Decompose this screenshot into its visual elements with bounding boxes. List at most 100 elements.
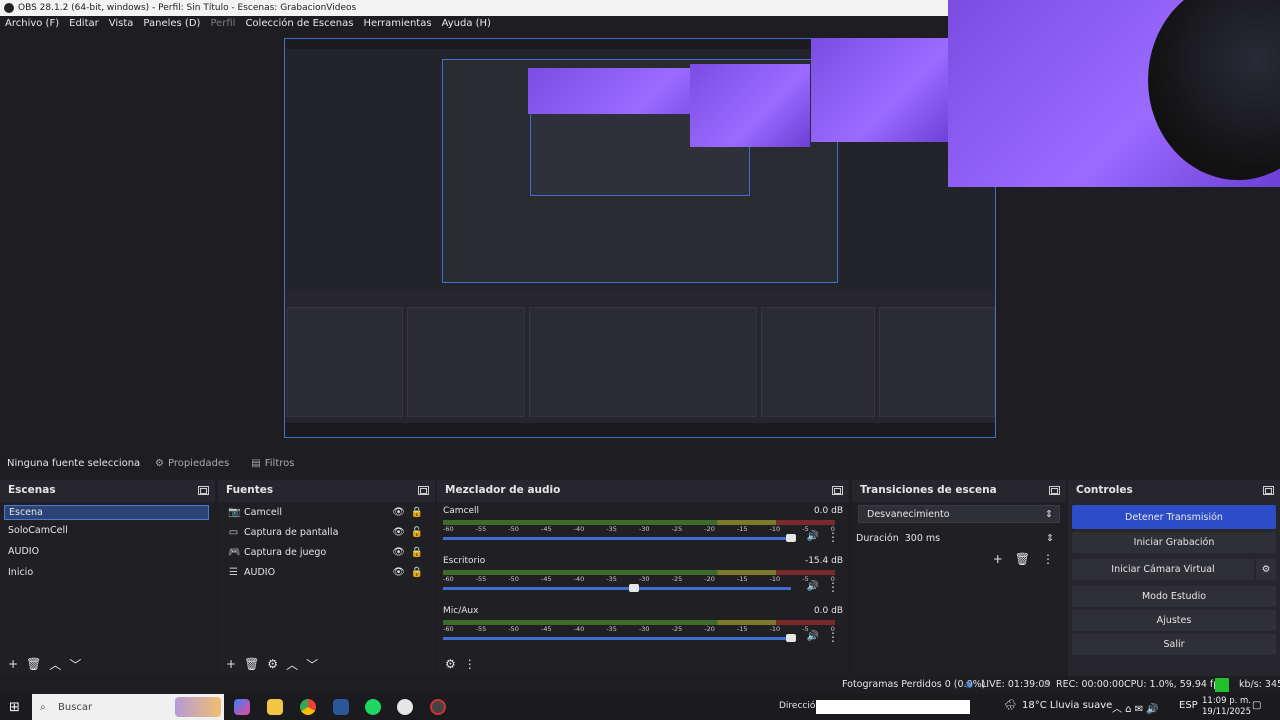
scene-item-audio[interactable]: AUDIO (0, 541, 215, 562)
controls-title: Controles (1076, 484, 1133, 496)
transition-select[interactable]: Desvanecimiento ⇕ (858, 505, 1060, 523)
undock-icon[interactable] (418, 485, 429, 495)
gear-icon[interactable]: ⚙ (267, 657, 278, 671)
speaker-icon[interactable]: 🔊 (807, 631, 819, 642)
slider-knob[interactable] (786, 634, 796, 642)
move-down-icon[interactable]: ﹀ (69, 656, 81, 673)
properties-button[interactable]: ⚙ Propiedades (148, 455, 236, 472)
more-options-icon[interactable]: ⋮ (1042, 552, 1054, 566)
sources-list: 📷 Camcell 👁 🔒 ▭ Captura de pantalla 👁 🔓 … (218, 502, 435, 676)
lock-icon[interactable]: 🔒 (411, 547, 423, 558)
speaker-icon[interactable]: 🔊 (807, 531, 819, 542)
more-options-icon[interactable]: ⋮ (827, 580, 839, 594)
menu-coleccion-escenas[interactable]: Colección de Escenas (240, 18, 358, 29)
menu-editar[interactable]: Editar (64, 18, 104, 29)
add-source-button[interactable]: + (226, 657, 236, 671)
language-indicator[interactable]: ESP (1179, 700, 1198, 711)
recorder-icon[interactable] (430, 699, 446, 715)
transitions-title: Transiciones de escena (860, 484, 997, 496)
weather-text[interactable]: 18°C Lluvia suave (1022, 700, 1112, 711)
add-transition-button[interactable]: + (993, 552, 1003, 566)
file-explorer-icon[interactable] (267, 699, 283, 715)
search-highlight-icon (175, 697, 221, 717)
channel-db: 0.0 dB (813, 606, 843, 616)
move-down-icon[interactable]: ﹀ (306, 656, 318, 673)
slider-knob[interactable] (786, 534, 796, 542)
obs-taskbar-icon[interactable] (397, 699, 413, 715)
speaker-icon[interactable]: 🔊 (807, 581, 819, 592)
stop-stream-button[interactable]: Detener Transmisión (1072, 505, 1276, 529)
slider-knob[interactable] (629, 584, 640, 592)
clock-time[interactable]: 11:09 p. m. (1202, 696, 1251, 706)
start-recording-button[interactable]: Iniciar Grabación (1072, 532, 1276, 553)
mixer-footer: ⚙ ⋮ (437, 652, 849, 676)
transitions-dock: Transiciones de escena Desvanecimiento ⇕… (852, 480, 1066, 676)
source-item-captura-juego[interactable]: 🎮 Captura de juego 👁 🔒 (218, 542, 435, 562)
volume-slider[interactable] (443, 534, 796, 542)
studio-mode-button[interactable]: Modo Estudio (1072, 586, 1276, 607)
duration-input[interactable]: 300 ms ⇕ (905, 529, 1060, 547)
trash-icon[interactable]: 🗑 (1015, 552, 1030, 566)
undock-icon[interactable] (1263, 485, 1274, 495)
eye-icon[interactable]: 👁 (392, 507, 405, 518)
transitions-header: Transiciones de escena (852, 480, 1066, 500)
preview-canvas[interactable] (0, 0, 1280, 446)
more-options-icon[interactable]: ⋮ (827, 530, 839, 544)
spotify-icon[interactable] (365, 699, 381, 715)
volume-slider[interactable] (443, 584, 791, 592)
channel-db: -15.4 dB (804, 556, 843, 566)
notifications-icon[interactable]: ▢ (1252, 700, 1261, 711)
controls-header: Controles (1068, 480, 1280, 500)
menu-archivo[interactable]: Archivo (F) (0, 18, 64, 29)
advanced-audio-icon[interactable]: ⚙ (445, 657, 456, 671)
eye-icon[interactable]: 👁 (392, 547, 405, 558)
filters-button[interactable]: ▤ Filtros (244, 455, 301, 472)
start-virtual-camera-button[interactable]: Iniciar Cámara Virtual (1072, 559, 1254, 580)
menu-herramientas[interactable]: Herramientas (358, 18, 436, 29)
menu-paneles[interactable]: Paneles (D) (138, 18, 205, 29)
add-scene-button[interactable]: + (8, 657, 18, 671)
lock-icon[interactable]: 🔒 (411, 567, 423, 578)
more-options-icon[interactable]: ⋮ (464, 657, 476, 671)
meter-tick-label: -30 (638, 625, 650, 633)
chrome-icon[interactable] (300, 699, 316, 715)
tray-icons[interactable]: ︿ ⌂ ✉ 🔊 (1112, 700, 1159, 715)
lock-icon[interactable]: 🔒 (411, 507, 423, 518)
settings-button[interactable]: Ajustes (1072, 610, 1276, 631)
trash-icon[interactable]: 🗑 (26, 657, 41, 671)
word-icon[interactable] (333, 699, 349, 715)
webcam-echo-3 (811, 38, 951, 142)
menu-perfil[interactable]: Perfil (205, 18, 240, 29)
source-item-captura-pantalla[interactable]: ▭ Captura de pantalla 👁 🔓 (218, 522, 435, 542)
source-item-audio[interactable]: ☰ AUDIO 👁 🔒 (218, 562, 435, 582)
eye-icon[interactable]: 👁 (392, 567, 405, 578)
unlock-icon[interactable]: 🔓 (411, 527, 423, 538)
address-input[interactable] (816, 700, 970, 714)
scene-item-inicio[interactable]: Inicio (0, 562, 215, 583)
move-up-icon[interactable]: ︿ (49, 656, 61, 673)
menu-vista[interactable]: Vista (104, 18, 139, 29)
source-item-camcell[interactable]: 📷 Camcell 👁 🔒 (218, 502, 435, 522)
trash-icon[interactable]: 🗑 (244, 657, 259, 671)
scene-item-escena[interactable]: Escena (4, 505, 209, 520)
menu-ayuda[interactable]: Ayuda (H) (437, 18, 496, 29)
undock-icon[interactable] (1049, 485, 1060, 495)
exit-button[interactable]: Salir (1072, 634, 1276, 655)
weather-icon[interactable]: 🌧 (1004, 700, 1017, 711)
mixer-title: Mezclador de audio (445, 484, 561, 496)
scene-item-solocamcell[interactable]: SoloCamCell (0, 520, 215, 541)
more-options-icon[interactable]: ⋮ (827, 630, 839, 644)
undock-icon[interactable] (832, 485, 843, 495)
undock-icon[interactable] (198, 485, 209, 495)
clock-date[interactable]: 19/11/2025 (1202, 707, 1251, 717)
copilot-icon[interactable] (234, 699, 250, 715)
volume-slider[interactable] (443, 634, 796, 642)
windows-start-icon[interactable]: ⊞ (9, 700, 20, 715)
move-up-icon[interactable]: ︿ (286, 656, 298, 673)
mixer-channel-camcell: Camcell 0.0 dB -60 -55 -50 -45 -40 -35 -30 -25 -2… (437, 502, 849, 552)
meter-tick-label: -25 (671, 575, 683, 583)
source-label: Captura de juego (244, 546, 327, 558)
gear-icon[interactable]: ⚙ (1256, 559, 1276, 580)
eye-icon[interactable]: 👁 (392, 527, 405, 538)
rec-time: REC: 00:00:00 (1056, 679, 1125, 690)
